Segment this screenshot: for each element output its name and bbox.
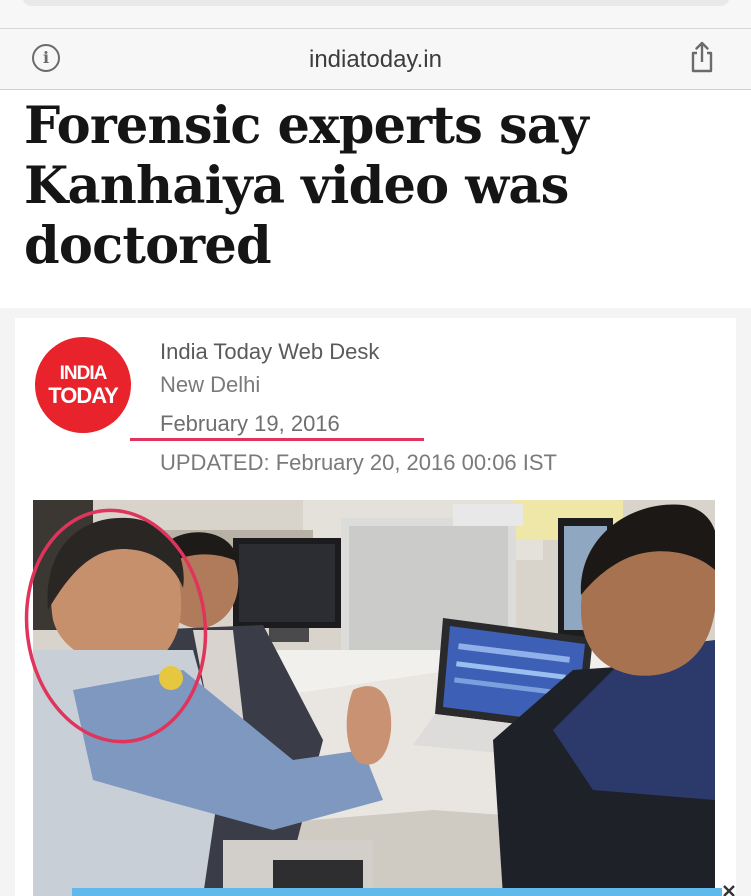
search-field-remnant	[22, 0, 730, 6]
close-icon[interactable]	[720, 882, 746, 896]
logo-line-2: TODAY	[48, 383, 119, 408]
publish-date: February 19, 2016	[160, 411, 340, 436]
address-bar: i indiatoday.in	[0, 29, 751, 90]
headline-area: Forensic experts say Kanhaiya video was …	[0, 90, 751, 308]
author-name[interactable]: India Today Web Desk	[160, 339, 379, 365]
url-text[interactable]: indiatoday.in	[0, 46, 751, 74]
article-headline: Forensic experts say Kanhaiya video was …	[24, 96, 589, 276]
date-underline-annotation	[130, 438, 424, 441]
article-photo	[33, 500, 715, 896]
share-icon[interactable]	[688, 40, 716, 74]
updated-timestamp: UPDATED: February 20, 2016 00:06 IST	[160, 450, 557, 475]
bottom-banner-edge[interactable]	[72, 888, 722, 896]
dateline-location: New Delhi	[160, 372, 261, 397]
india-today-logo[interactable]: INDIA TODAY	[35, 337, 131, 433]
logo-line-1: INDIA	[59, 363, 108, 384]
status-strip	[0, 0, 751, 29]
